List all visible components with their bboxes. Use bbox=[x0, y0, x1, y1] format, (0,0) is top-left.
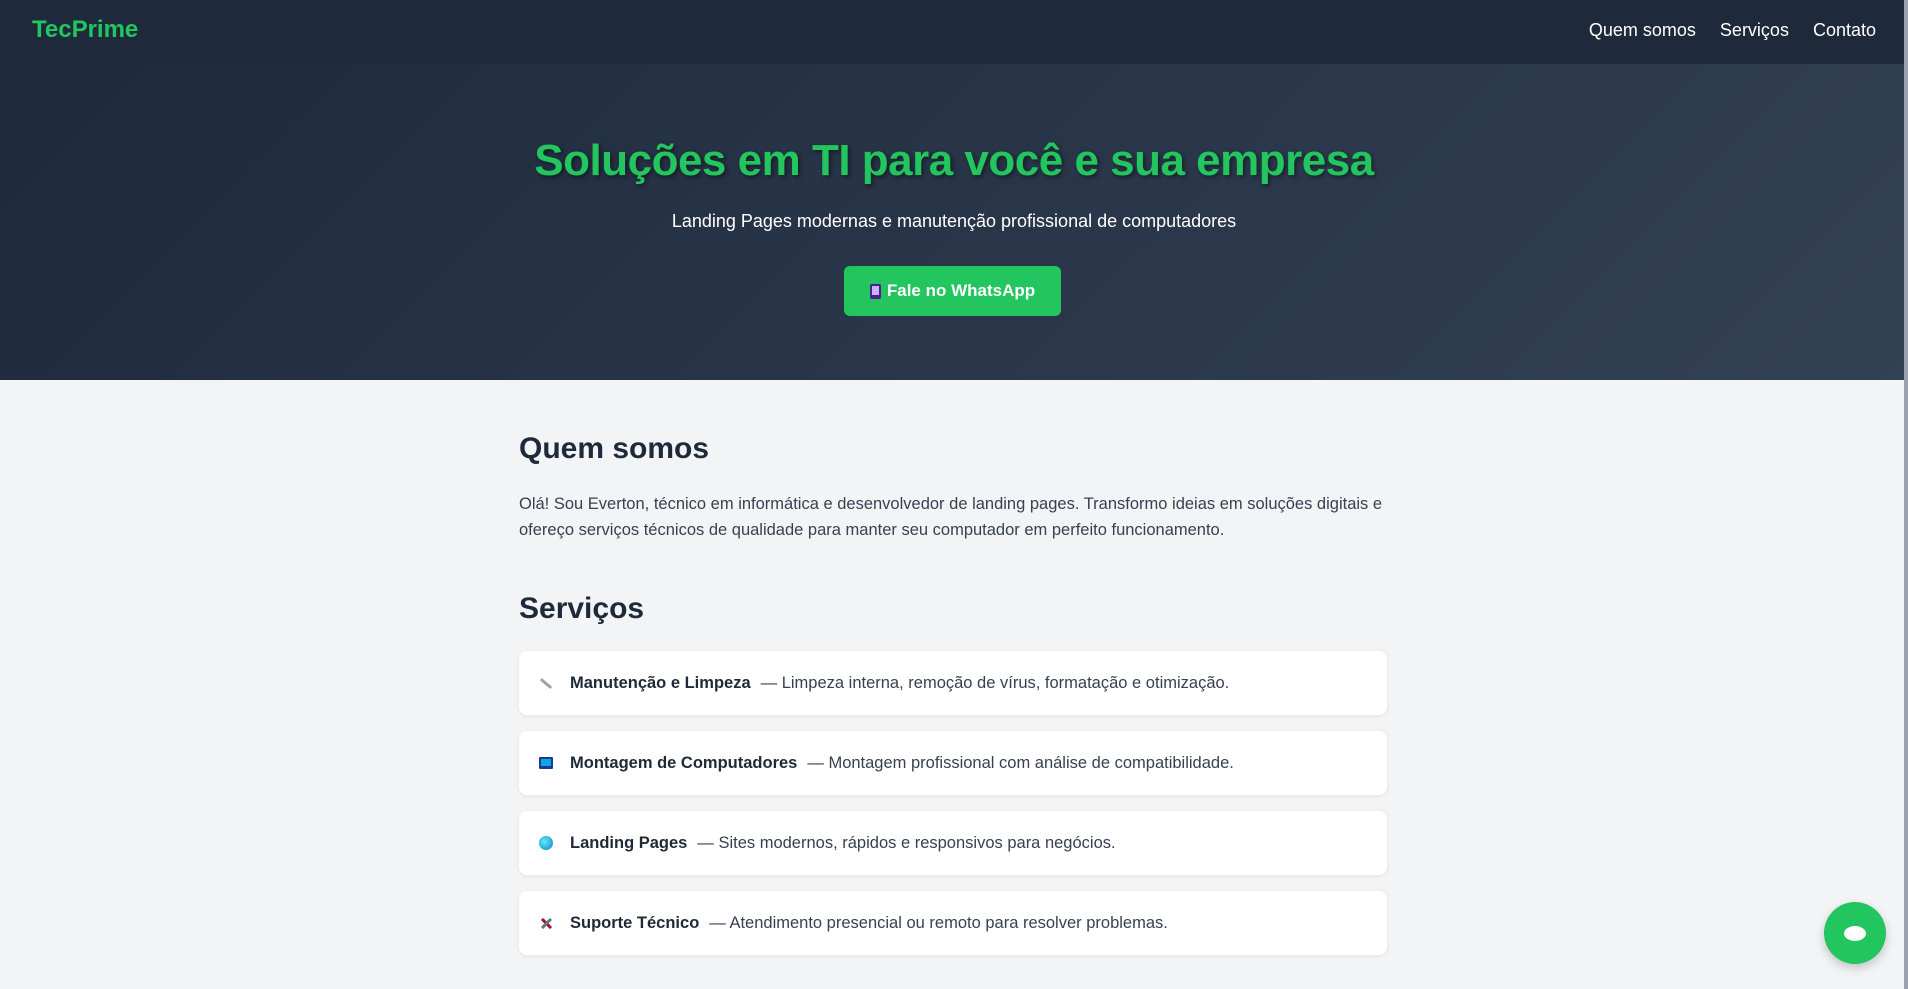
page-scrollbar[interactable] bbox=[1904, 0, 1908, 989]
service-desc: — Sites modernos, rápidos e responsivos … bbox=[697, 833, 1116, 852]
hero-title: Soluções em TI para você e sua empresa bbox=[534, 136, 1374, 185]
service-desc: — Limpeza interna, remoção de vírus, for… bbox=[760, 673, 1230, 692]
wrench-icon bbox=[539, 677, 553, 689]
chat-bubble-icon bbox=[1844, 925, 1866, 941]
mobile-phone-icon bbox=[869, 283, 881, 299]
nav-link-servicos[interactable]: Serviços bbox=[1720, 20, 1789, 41]
service-desc: — Montagem profissional com análise de c… bbox=[807, 753, 1234, 772]
main-nav: Quem somos Serviços Contato bbox=[1589, 20, 1876, 41]
site-header: TecPrime Quem somos Serviços Contato bbox=[0, 0, 1908, 64]
about-heading: Quem somos bbox=[519, 432, 710, 465]
service-title: Landing Pages bbox=[570, 833, 688, 852]
globe-icon bbox=[539, 836, 553, 850]
hero-subtitle: Landing Pages modernas e manutenção prof… bbox=[671, 211, 1237, 231]
service-card-montagem: Montagem de Computadores — Montagem prof… bbox=[519, 731, 1387, 795]
service-desc: — Atendimento presencial ou remoto para … bbox=[709, 913, 1168, 932]
chat-float-button[interactable] bbox=[1824, 902, 1886, 964]
hero-section: Soluções em TI para você e sua empresa L… bbox=[0, 64, 1908, 380]
about-text: Olá! Sou Everton, técnico em informática… bbox=[519, 495, 1383, 539]
tools-icon bbox=[539, 916, 553, 930]
service-title: Manutenção e Limpeza bbox=[570, 673, 751, 692]
service-card-suporte: Suporte Técnico — Atendimento presencial… bbox=[519, 891, 1387, 955]
logo[interactable]: TecPrime bbox=[32, 16, 138, 44]
service-card-landing-pages: Landing Pages — Sites modernos, rápidos … bbox=[519, 811, 1387, 875]
services-heading: Serviços bbox=[519, 592, 645, 625]
nav-link-contato[interactable]: Contato bbox=[1813, 20, 1876, 41]
whatsapp-button[interactable]: Fale no WhatsApp bbox=[844, 266, 1061, 316]
service-card-manutencao: Manutenção e Limpeza — Limpeza interna, … bbox=[519, 651, 1387, 715]
whatsapp-button-label: Fale no WhatsApp bbox=[886, 281, 1036, 300]
nav-link-quem-somos[interactable]: Quem somos bbox=[1589, 20, 1696, 41]
service-title: Montagem de Computadores bbox=[570, 753, 798, 772]
service-title: Suporte Técnico bbox=[570, 913, 700, 932]
laptop-icon bbox=[539, 757, 553, 769]
